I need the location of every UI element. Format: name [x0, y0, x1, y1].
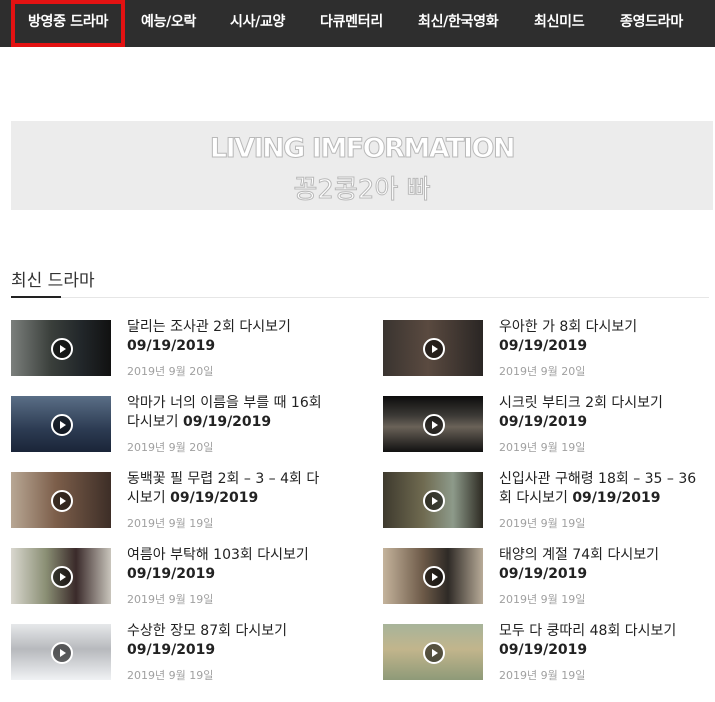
post-item: 태양의 계절 74회 다시보기 09/19/2019 2019년 9월 19일 [383, 546, 713, 620]
post-item: 시크릿 부티크 2회 다시보기 09/19/2019 2019년 9월 19일 [383, 394, 713, 468]
banner-subline: 꽁2콩2아 빠 [293, 175, 431, 206]
post-title-link[interactable]: 동백꽃 필 무렵 2회 – 3 – 4회 다시보기 09/19/2019 [127, 470, 332, 508]
post-title-text: 태양의 계절 74회 다시보기 [499, 547, 659, 563]
post-thumbnail[interactable] [11, 548, 111, 604]
post-date: 2019년 9월 19일 [499, 517, 586, 530]
post-title-link[interactable]: 수상한 장모 87회 다시보기 09/19/2019 [127, 622, 332, 660]
post-date: 2019년 9월 20일 [127, 441, 214, 454]
play-icon [51, 414, 73, 436]
post-title-link[interactable]: 모두 다 쿵따리 48회 다시보기 09/19/2019 [499, 622, 704, 660]
play-icon [423, 642, 445, 664]
post-thumbnail[interactable] [383, 320, 483, 376]
post-thumbnail[interactable] [383, 396, 483, 452]
post-title-date: 09/19/2019 [127, 338, 216, 354]
nav-item-documentary[interactable]: 다큐멘터리 [320, 0, 383, 47]
post-title-date: 09/19/2019 [127, 566, 216, 582]
post-date: 2019년 9월 20일 [499, 365, 586, 378]
post-date: 2019년 9월 19일 [499, 441, 586, 454]
play-icon [51, 338, 73, 360]
post-thumbnail[interactable] [383, 548, 483, 604]
post-date: 2019년 9월 20일 [127, 365, 214, 378]
post-item: 신입사관 구해령 18회 – 35 – 36회 다시보기 09/19/2019 … [383, 470, 713, 544]
post-title-text: 모두 다 쿵따리 48회 다시보기 [499, 623, 677, 639]
post-date: 2019년 9월 19일 [127, 593, 214, 606]
post-thumbnail[interactable] [11, 624, 111, 680]
post-title-date: 09/19/2019 [499, 338, 588, 354]
play-icon [423, 490, 445, 512]
play-icon [423, 414, 445, 436]
post-title-date: 09/19/2019 [499, 642, 588, 658]
post-item: 악마가 너의 이름을 부를 때 16회 다시보기 09/19/2019 2019… [11, 394, 341, 468]
post-item: 여름아 부탁해 103회 다시보기 09/19/2019 2019년 9월 19… [11, 546, 341, 620]
post-title-date: 09/19/2019 [499, 414, 588, 430]
main-nav: 방영중 드라마 예능/오락 시사/교양 다큐멘터리 최신/한국영화 최신미드 종… [0, 0, 715, 47]
post-title-text: 여름아 부탁해 103회 다시보기 [127, 547, 309, 563]
play-icon [51, 642, 73, 664]
post-thumbnail[interactable] [11, 320, 111, 376]
post-title-date: 09/19/2019 [572, 490, 661, 506]
play-icon [51, 490, 73, 512]
section-divider [11, 297, 709, 298]
nav-item-airing-drama[interactable]: 방영중 드라마 [11, 0, 125, 47]
nav-item-ended-drama[interactable]: 종영드라마 [620, 0, 683, 47]
play-icon [423, 338, 445, 360]
post-thumbnail[interactable] [11, 472, 111, 528]
post-title-link[interactable]: 우아한 가 8회 다시보기 09/19/2019 [499, 318, 704, 356]
post-item: 모두 다 쿵따리 48회 다시보기 09/19/2019 2019년 9월 19… [383, 622, 713, 696]
post-thumbnail[interactable] [383, 472, 483, 528]
post-title-date: 09/19/2019 [182, 414, 272, 430]
nav-item-korean-movies[interactable]: 최신/한국영화 [418, 0, 499, 47]
post-title-text: 시크릿 부티크 2회 다시보기 [499, 395, 663, 411]
nav-item-entertainment[interactable]: 예능/오락 [141, 0, 196, 47]
post-title-link[interactable]: 시크릿 부티크 2회 다시보기 09/19/2019 [499, 394, 704, 432]
post-item: 우아한 가 8회 다시보기 09/19/2019 2019년 9월 20일 [383, 318, 713, 392]
post-title-text: 달리는 조사관 2회 다시보기 [127, 319, 291, 335]
post-date: 2019년 9월 19일 [499, 669, 586, 682]
nav-item-current-affairs[interactable]: 시사/교양 [230, 0, 285, 47]
post-date: 2019년 9월 19일 [499, 593, 586, 606]
post-title-link[interactable]: 신입사관 구해령 18회 – 35 – 36회 다시보기 09/19/2019 [499, 470, 704, 508]
post-title-text: 수상한 장모 87회 다시보기 [127, 623, 287, 639]
play-icon [423, 566, 445, 588]
post-title-link[interactable]: 악마가 너의 이름을 부를 때 16회 다시보기 09/19/2019 [127, 394, 332, 432]
post-item: 수상한 장모 87회 다시보기 09/19/2019 2019년 9월 19일 [11, 622, 341, 696]
section-title: 최신 드라마 [11, 271, 95, 291]
post-title-text: 우아한 가 8회 다시보기 [499, 319, 638, 335]
play-icon [51, 566, 73, 588]
section-divider-accent [11, 296, 61, 298]
post-title-date: 09/19/2019 [499, 566, 588, 582]
post-title-date: 09/19/2019 [127, 642, 216, 658]
post-item: 달리는 조사관 2회 다시보기 09/19/2019 2019년 9월 20일 [11, 318, 341, 392]
post-title-link[interactable]: 달리는 조사관 2회 다시보기 09/19/2019 [127, 318, 332, 356]
post-thumbnail[interactable] [383, 624, 483, 680]
banner-headline: LIVING IMFORMATION [209, 133, 516, 165]
post-thumbnail[interactable] [11, 396, 111, 452]
post-date: 2019년 9월 19일 [127, 669, 214, 682]
post-item: 동백꽃 필 무렵 2회 – 3 – 4회 다시보기 09/19/2019 201… [11, 470, 341, 544]
banner-ad[interactable]: LIVING IMFORMATION 꽁2콩2아 빠 [11, 121, 713, 210]
post-title-link[interactable]: 여름아 부탁해 103회 다시보기 09/19/2019 [127, 546, 332, 584]
post-title-link[interactable]: 태양의 계절 74회 다시보기 09/19/2019 [499, 546, 704, 584]
post-date: 2019년 9월 19일 [127, 517, 214, 530]
nav-item-us-drama[interactable]: 최신미드 [534, 0, 585, 47]
post-title-date: 09/19/2019 [170, 490, 259, 506]
